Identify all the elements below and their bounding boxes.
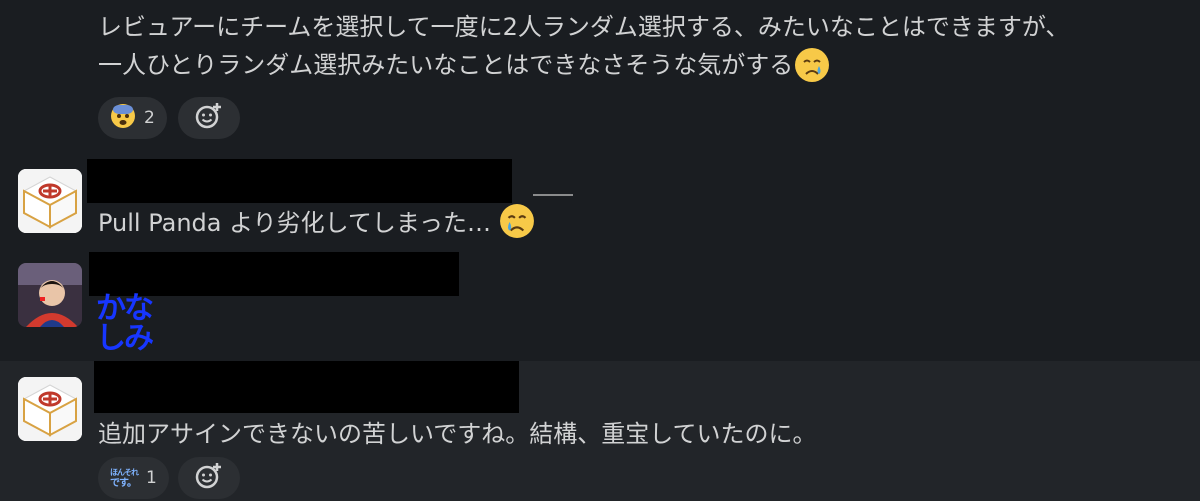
reaction-count: 1 xyxy=(146,468,157,488)
edited-marker xyxy=(533,194,573,196)
reaction-honsore-desu[interactable]: ほんそれ です。 1 xyxy=(98,457,169,499)
add-emoji-icon xyxy=(194,461,224,495)
avatar-user-2[interactable] xyxy=(18,263,82,327)
reaction-fearful-face[interactable]: 2 xyxy=(98,97,167,139)
add-emoji-icon xyxy=(194,101,224,135)
kanashimi-sticker: かな しみ xyxy=(96,291,154,356)
reaction-label-top: ほんそれ xyxy=(110,468,139,477)
avatar-user-1[interactable] xyxy=(18,169,82,233)
honsore-desu-icon: ほんそれ です。 xyxy=(110,467,139,489)
message-text-line-2-content: 一人ひとりランダム選択みたいなことはできなさそうな気がする xyxy=(98,51,794,79)
message-2: Pull Panda より劣化してしまった… xyxy=(98,203,535,243)
message-text-line-1: レビュアーにチームを選択して一度に2人ランダム選択する、みたいなことはできますが… xyxy=(98,13,1070,41)
message-1: レビュアーにチームを選択して一度に2人ランダム選択する、みたいなことはできますが… xyxy=(98,8,1198,84)
fearful-face-icon xyxy=(110,103,136,134)
add-reaction-button[interactable] xyxy=(178,97,240,139)
reaction-label-bottom: です。 xyxy=(110,478,137,489)
message-4: 追加アサインできないの苦しいですね。結構、重宝していたのに。 xyxy=(98,415,817,453)
redacted-username xyxy=(94,361,519,413)
message-text: 追加アサインできないの苦しいですね。結構、重宝していたのに。 xyxy=(98,420,817,448)
crying-face-emoji xyxy=(795,48,830,82)
reaction-count: 2 xyxy=(144,108,155,128)
redacted-username xyxy=(87,159,512,203)
message-text: Pull Panda より劣化してしまった… xyxy=(98,209,491,237)
avatar-user-1[interactable] xyxy=(18,377,82,441)
crying-face-emoji xyxy=(499,203,535,243)
sticker-text-line-1: かな xyxy=(96,291,154,326)
add-reaction-button[interactable] xyxy=(178,457,240,499)
message-text-line-2: 一人ひとりランダム選択みたいなことはできなさそうな気がする xyxy=(98,46,1198,84)
redacted-username xyxy=(89,252,459,296)
sticker-text-line-2: しみ xyxy=(96,321,154,356)
